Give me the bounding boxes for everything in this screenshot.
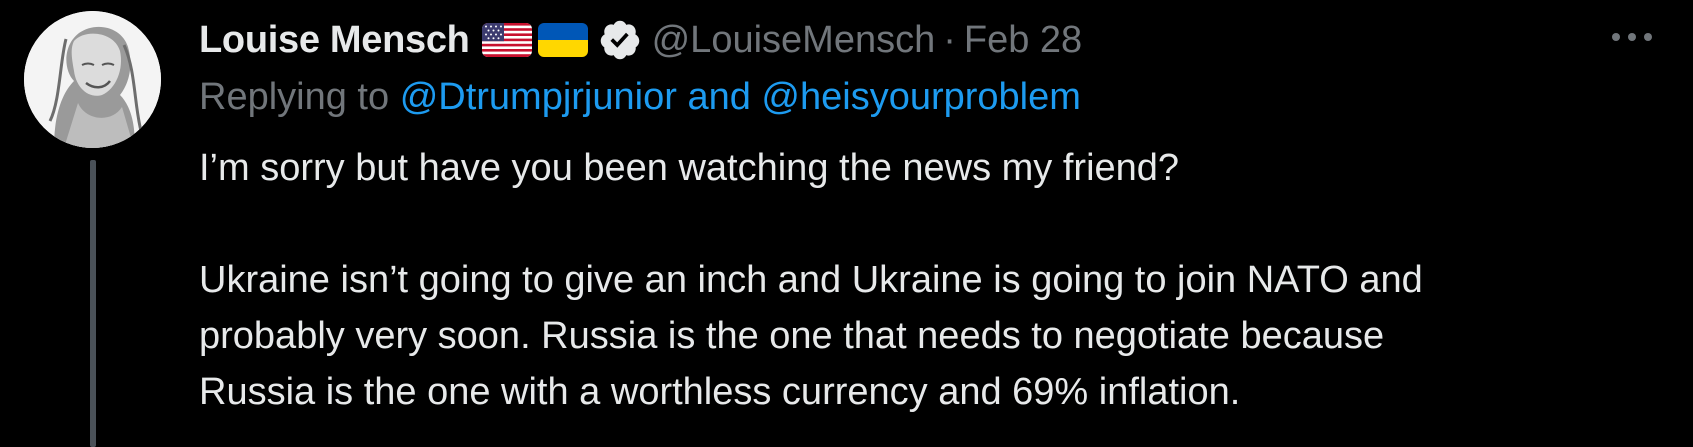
tweet[interactable]: Louise Mensch @LouiseMensch · Feb 28 Rep… bbox=[0, 0, 1693, 447]
us-flag-icon bbox=[481, 23, 532, 57]
tweet-paragraph: Ukraine isn’t going to give an inch and … bbox=[199, 252, 1619, 420]
tweet-text-line: probably very soon. Russia is the one th… bbox=[199, 315, 1385, 357]
mention-link[interactable]: @Dtrumpjrjunior bbox=[400, 76, 677, 118]
replying-to-conjunction[interactable]: and bbox=[687, 76, 750, 118]
tweet-header: Louise Mensch @LouiseMensch · Feb 28 bbox=[199, 12, 1082, 68]
more-options-button[interactable] bbox=[1609, 26, 1655, 48]
replying-to-label: Replying to bbox=[199, 76, 390, 118]
tweet-text: I’m sorry but have you been watching the… bbox=[199, 140, 1619, 420]
tweet-text-line: Ukraine isn’t going to give an inch and … bbox=[199, 259, 1423, 301]
tweet-text-line: Russia is the one with a worthless curre… bbox=[199, 371, 1241, 413]
replying-to: Replying to @Dtrumpjrjunior and @heisyou… bbox=[199, 76, 1081, 119]
header-separator: · bbox=[943, 18, 956, 61]
ukraine-flag-icon bbox=[537, 23, 588, 57]
thread-line bbox=[90, 160, 96, 447]
tweet-date[interactable]: Feb 28 bbox=[964, 19, 1082, 62]
author-handle[interactable]: @LouiseMensch bbox=[652, 19, 936, 62]
avatar[interactable] bbox=[24, 11, 161, 148]
mention-link[interactable]: @heisyourproblem bbox=[761, 76, 1081, 118]
more-horizontal-icon bbox=[1612, 33, 1652, 41]
tweet-paragraph: I’m sorry but have you been watching the… bbox=[199, 147, 1180, 189]
verified-badge-icon bbox=[598, 18, 642, 62]
author-display-name[interactable]: Louise Mensch bbox=[199, 19, 470, 62]
avatar-portrait-icon bbox=[24, 11, 161, 148]
